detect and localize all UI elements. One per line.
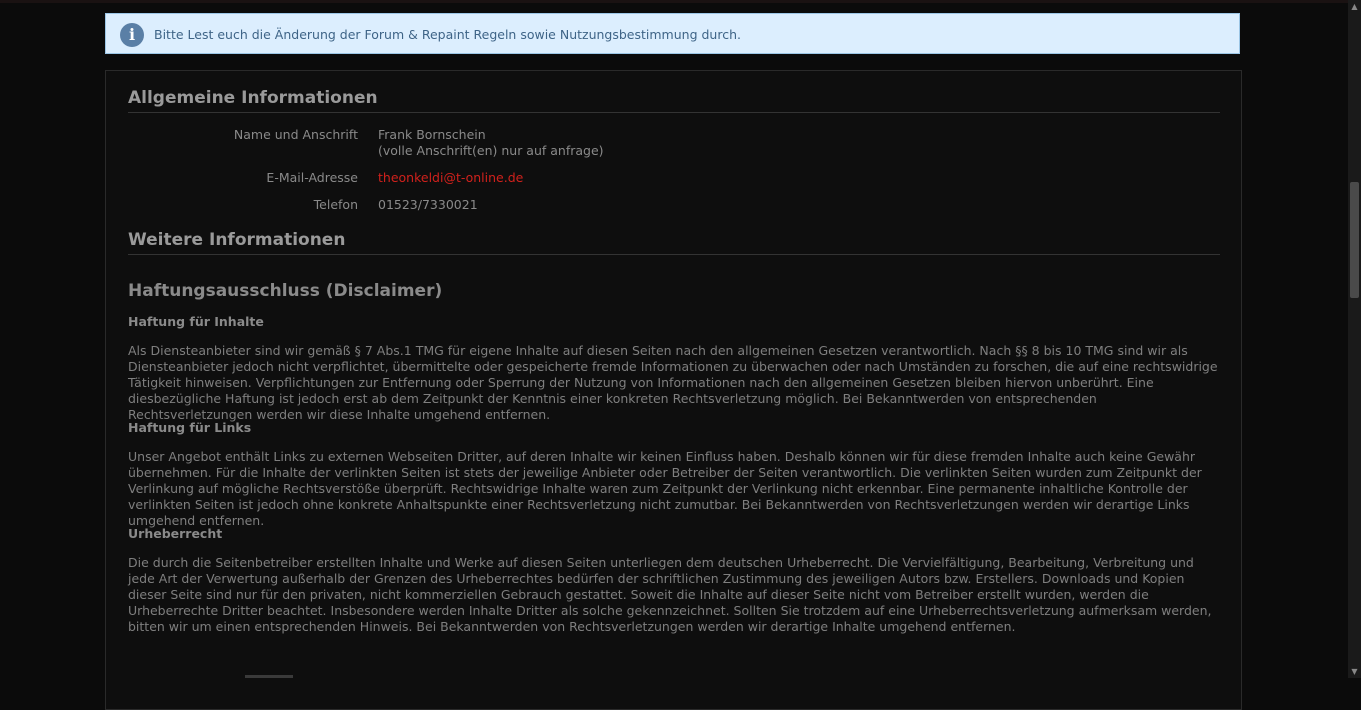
page-scrollbar[interactable]: ▲ ▼ [1348,0,1361,678]
scroll-down-arrow-icon[interactable]: ▼ [1348,665,1361,678]
notice-banner: i Bitte Lest euch die Änderung der Forum… [105,13,1240,54]
name-label: Name und Anschrift [233,127,358,142]
content-liability-text: Als Diensteanbieter sind wir gemäß § 7 A… [128,343,1218,422]
further-section: Weitere Informationen [128,230,1220,255]
scroll-up-arrow-icon[interactable]: ▲ [1348,0,1361,13]
content-liability-heading: Haftung für Inhalte [128,314,264,329]
section-title-further: Weitere Informationen [128,230,1220,255]
name-value-block: Frank Bornschein (volle Anschrift(en) nu… [378,127,604,159]
phone-label: Telefon [313,197,358,212]
links-liability-text: Unser Angebot enthält Links zu externen … [128,449,1202,528]
scroll-thumb[interactable] [1350,182,1359,298]
address-note: (volle Anschrift(en) nur auf anfrage) [378,143,604,158]
info-icon: i [120,23,144,47]
email-value-block: theonkeldi@t-online.de [378,170,523,186]
copyright-text: Die durch die Seitenbetreiber erstellten… [128,555,1212,634]
phone-value: 01523/7330021 [378,197,478,212]
links-liability-heading: Haftung für Links [128,420,252,435]
copyright-heading: Urheberrecht [128,526,223,541]
disclaimer-title: Haftungsausschluss (Disclaimer) [128,281,443,301]
email-link[interactable]: theonkeldi@t-online.de [378,170,523,185]
name-value: Frank Bornschein [378,127,486,142]
section-title-general: Allgemeine Informationen [128,88,1220,113]
general-section: Allgemeine Informationen [128,88,1220,113]
imprint-panel: Allgemeine Informationen Name und Anschr… [105,70,1242,710]
notice-text: Bitte Lest euch die Änderung der Forum &… [154,27,741,42]
email-label: E-Mail-Adresse [266,170,358,185]
top-banner-edge [0,0,1348,3]
